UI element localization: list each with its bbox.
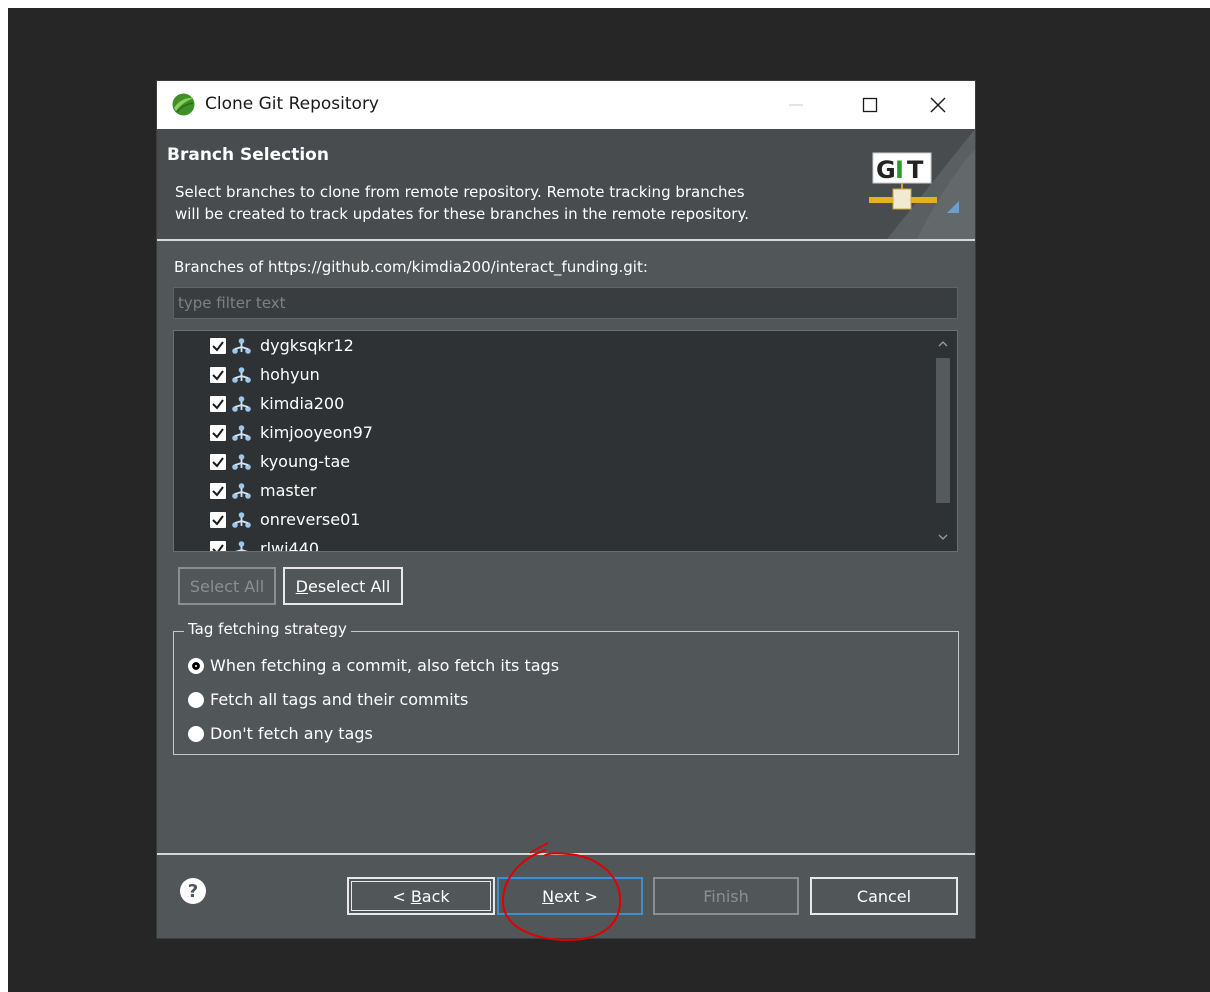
- checkbox-checked-icon[interactable]: [210, 540, 226, 551]
- back-button[interactable]: < Back: [346, 876, 496, 916]
- branch-item[interactable]: hohyun: [210, 360, 320, 389]
- maximize-icon: [862, 97, 878, 113]
- tag-fetching-legend: Tag fetching strategy: [184, 620, 351, 638]
- button-label: ack: [421, 886, 450, 906]
- branch-item[interactable]: kimjooyeon97: [210, 418, 373, 447]
- svg-text:I: I: [895, 156, 904, 184]
- scroll-thumb[interactable]: [936, 358, 950, 503]
- branch-icon: [232, 511, 251, 528]
- help-icon[interactable]: ?: [180, 878, 206, 904]
- branch-name: dygksqkr12: [260, 336, 354, 355]
- branch-name: kyoung-tae: [260, 452, 351, 471]
- branch-list[interactable]: dygksqkr12 hohyun kimdia200 kimjooyeon97 kyo…: [173, 330, 958, 552]
- cancel-button[interactable]: Cancel: [809, 876, 959, 916]
- branch-icon: [232, 395, 251, 412]
- finish-button[interactable]: Finish: [652, 876, 800, 916]
- banner-description-line: will be created to track updates for the…: [175, 205, 749, 223]
- radio-fetch-commit-tags[interactable]: When fetching a commit, also fetch its t…: [188, 656, 559, 675]
- next-button[interactable]: Next >: [496, 876, 644, 916]
- branch-list-scrollbar[interactable]: [930, 331, 957, 551]
- maximize-button[interactable]: [847, 81, 893, 129]
- eclipse-app-icon: [172, 93, 195, 116]
- branch-icon: [232, 366, 251, 383]
- branches-label: Branches of https://github.com/kimdia200…: [174, 258, 648, 276]
- footer-separator: [157, 853, 975, 855]
- branch-icon: [233, 540, 250, 551]
- minimize-icon: [789, 104, 803, 106]
- close-button[interactable]: [915, 81, 961, 129]
- branch-item[interactable]: master: [210, 476, 316, 505]
- git-logo-icon: G I T: [869, 129, 975, 239]
- checkbox-checked-icon[interactable]: [210, 395, 226, 412]
- branch-filter-input[interactable]: type filter text: [173, 287, 958, 319]
- close-icon: [930, 97, 946, 113]
- branch-icon: [232, 453, 251, 470]
- checkbox-checked-icon[interactable]: [210, 366, 226, 383]
- select-all-button[interactable]: Select All: [177, 566, 277, 606]
- checkbox-checked-icon[interactable]: [210, 337, 226, 354]
- banner-description-line: Select branches to clone from remote rep…: [175, 183, 745, 201]
- branch-name: onreverse01: [260, 510, 361, 529]
- branch-name: hohyun: [260, 365, 320, 384]
- branch-item[interactable]: rlwi440: [210, 534, 320, 552]
- radio-label: Fetch all tags and their commits: [210, 690, 469, 709]
- checkbox-checked-icon[interactable]: [210, 424, 226, 441]
- branch-item[interactable]: kimdia200: [210, 389, 344, 418]
- branch-item[interactable]: onreverse01: [210, 505, 360, 534]
- checkbox-checked-icon[interactable]: [210, 511, 226, 528]
- scroll-down-icon[interactable]: [936, 531, 950, 543]
- wizard-banner: Branch Selection Select branches to clon…: [157, 129, 975, 241]
- title-bar: Clone Git Repository: [157, 81, 975, 129]
- radio-label: Don't fetch any tags: [210, 724, 373, 743]
- checkbox-checked-icon[interactable]: [210, 482, 226, 499]
- branch-name: kimjooyeon97: [260, 423, 373, 442]
- radio-fetch-all-tags[interactable]: Fetch all tags and their commits: [188, 690, 468, 709]
- branch-icon: [232, 337, 251, 354]
- scroll-up-icon[interactable]: [936, 338, 950, 350]
- tag-fetching-group: Tag fetching strategy When fetching a co…: [173, 620, 959, 755]
- window-title: Clone Git Repository: [205, 94, 379, 114]
- mnemonic: N: [542, 886, 555, 906]
- branch-item[interactable]: kyoung-tae: [210, 447, 350, 476]
- minimize-button[interactable]: [773, 81, 819, 129]
- radio-label: When fetching a commit, also fetch its t…: [210, 656, 560, 675]
- branch-name: kimdia200: [260, 394, 345, 413]
- branch-item[interactable]: dygksqkr12: [210, 331, 354, 360]
- banner-title: Branch Selection: [167, 145, 329, 165]
- deselect-all-button[interactable]: Deselect All: [282, 566, 404, 606]
- button-label: ext >: [554, 886, 598, 906]
- radio-selected-icon: [188, 657, 204, 674]
- radio-no-tags[interactable]: Don't fetch any tags: [188, 724, 373, 743]
- branch-icon: [232, 424, 251, 441]
- branch-name: rlwi440: [260, 539, 320, 552]
- radio-icon: [188, 725, 204, 742]
- checkbox-checked-icon[interactable]: [210, 453, 226, 470]
- svg-text:G: G: [876, 156, 896, 184]
- svg-text:T: T: [907, 156, 924, 184]
- mnemonic: B: [410, 886, 422, 906]
- branch-icon: [232, 482, 251, 499]
- banner-description: Select branches to clone from remote rep…: [175, 181, 855, 225]
- mnemonic: D: [295, 576, 308, 596]
- branch-name: master: [260, 481, 317, 500]
- button-label: eselect All: [308, 576, 391, 596]
- button-label: <: [392, 886, 411, 906]
- radio-icon: [188, 691, 204, 708]
- clone-git-repository-dialog: Clone Git Repository Branch Selection Se…: [157, 81, 975, 938]
